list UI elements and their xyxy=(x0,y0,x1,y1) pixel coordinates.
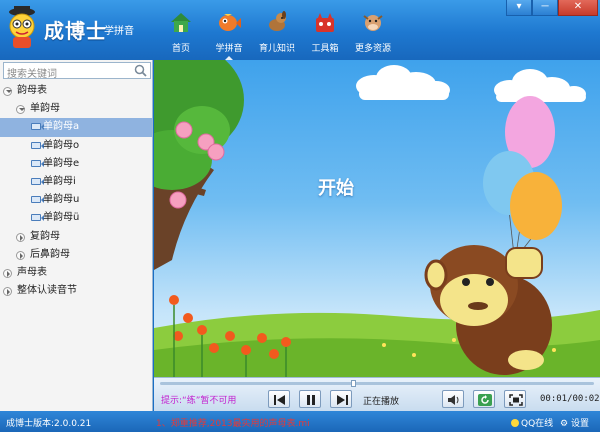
scene-illustration xyxy=(154,60,600,377)
tree-item-label: 整体认读音节 xyxy=(17,285,77,297)
expand-icon[interactable] xyxy=(16,250,25,260)
tree-item-label: 复韵母 xyxy=(30,230,60,242)
menu-dropdown-button[interactable]: ▾ xyxy=(506,0,532,16)
status-bar: 成博士版本:2.0.0.21 1、郑重推荐,2013最实用的声母表.mi QQ在… xyxy=(0,411,600,432)
nav-parenting[interactable]: 育儿知识 xyxy=(256,10,298,56)
logo-icon xyxy=(9,6,35,48)
category-tree: 韵母表单韵母单韵母a 单韵母o 单韵母e 单韵母i 单韵母u 单韵母ü 复韵母后鼻韵母声母表… xyxy=(0,82,152,300)
player-controls: 提示:“练”暂不可用 正在播放 00:01/00:02 xyxy=(154,377,600,411)
sidebar: 搜索关键词 韵母表单韵母单韵母a 单韵母o 单韵母e 单韵母i 单韵母u 单韵母ü 复韵母后… xyxy=(0,60,153,411)
search-icon[interactable] xyxy=(134,64,147,77)
time-display: 00:01/00:02 xyxy=(540,394,600,404)
video-icon xyxy=(31,141,44,149)
qq-online-label: QQ在线 xyxy=(521,419,554,429)
skip-back-icon xyxy=(274,395,285,405)
tree-item-label: 单韵母e xyxy=(43,157,80,169)
search-placeholder: 搜索关键词 xyxy=(7,69,57,80)
news-marquee[interactable]: 1、郑重推荐,2013最实用的声母表.mi xyxy=(156,416,310,429)
fullscreen-button[interactable] xyxy=(504,390,526,408)
video-player-canvas[interactable]: 开始 xyxy=(154,60,600,377)
fish-icon xyxy=(219,14,241,31)
start-button[interactable]: 开始 xyxy=(318,174,354,200)
tree-item-label: 韵母表 xyxy=(17,85,47,96)
tree-item-label: 声母表 xyxy=(17,266,47,278)
nav-toolbox-label: 工具箱 xyxy=(311,44,339,54)
previous-button[interactable] xyxy=(268,390,290,408)
tree-item-folder[interactable]: 整体认读音节 xyxy=(0,282,152,300)
playback-status: 正在播放 xyxy=(363,397,400,407)
tree-item-lesson[interactable]: 单韵母a xyxy=(0,118,152,137)
nav-parenting-label: 育儿知识 xyxy=(258,44,295,54)
nav-home-label: 首页 xyxy=(171,44,190,54)
cloud-icon xyxy=(356,65,586,102)
tree-item-lesson[interactable]: 单韵母o xyxy=(0,137,152,155)
expand-icon[interactable] xyxy=(16,232,25,242)
video-icon xyxy=(31,159,44,167)
app-title: 成博士 xyxy=(44,19,107,43)
dog-icon xyxy=(269,11,286,31)
expand-icon[interactable] xyxy=(3,287,12,297)
nav-learn-pinyin-label: 学拼音 xyxy=(215,44,243,54)
video-icon xyxy=(31,214,44,222)
tree-item-lesson[interactable]: 单韵母i xyxy=(0,173,152,191)
tree-item-lesson[interactable]: 单韵母e xyxy=(0,155,152,173)
tree-item-label: 单韵母i xyxy=(43,175,76,187)
skip-forward-icon xyxy=(337,395,348,405)
seek-bar[interactable] xyxy=(160,380,594,387)
qq-online-link[interactable]: QQ在线 xyxy=(511,416,553,429)
tree-item-folder[interactable]: 韵母表 xyxy=(0,82,152,100)
nav-home[interactable]: 首页 xyxy=(160,10,202,56)
settings-link[interactable]: ⚙ 设置 xyxy=(560,416,589,429)
fullscreen-icon xyxy=(509,394,523,406)
minimize-button[interactable]: ─ xyxy=(532,0,558,16)
speaker-icon xyxy=(448,395,459,405)
hint-text: 提示:“练”暂不可用 xyxy=(161,396,237,406)
close-button[interactable]: ✕ xyxy=(558,0,598,16)
search-input[interactable]: 搜索关键词 xyxy=(3,62,151,80)
seek-knob[interactable] xyxy=(350,380,356,387)
qq-icon xyxy=(511,419,519,427)
nav-more-resources[interactable]: 更多资源 xyxy=(352,10,394,56)
video-icon xyxy=(31,177,44,185)
video-icon xyxy=(31,123,44,131)
next-button[interactable] xyxy=(330,390,352,408)
tree-item-lesson[interactable]: 单韵母ü xyxy=(0,209,152,227)
settings-label: 设置 xyxy=(570,419,589,429)
volume-button[interactable] xyxy=(442,390,464,408)
tree-item-label: 单韵母ü xyxy=(43,212,80,224)
tree-item-folder[interactable]: 单韵母 xyxy=(0,100,152,118)
tree-item-label: 单韵母a xyxy=(43,121,80,133)
tree-item-folder[interactable]: 声母表 xyxy=(0,264,152,282)
nav-more-resources-label: 更多资源 xyxy=(354,44,391,54)
cow-icon xyxy=(363,15,383,31)
collapse-icon[interactable] xyxy=(16,105,25,115)
nav-learn-pinyin[interactable]: 学拼音 xyxy=(208,10,250,60)
toolbox-icon xyxy=(316,13,334,32)
pause-icon xyxy=(307,395,315,405)
window-controls: ▾ ─ ✕ xyxy=(506,0,598,16)
pause-button[interactable] xyxy=(299,390,321,408)
collapse-icon[interactable] xyxy=(3,87,12,96)
replay-button[interactable] xyxy=(473,390,495,408)
tree-item-label: 单韵母o xyxy=(43,139,80,151)
nav-toolbox[interactable]: 工具箱 xyxy=(304,10,346,56)
tree-item-label: 单韵母 xyxy=(30,103,60,115)
gear-icon: ⚙ xyxy=(560,419,569,429)
version-text: 成博士版本:2.0.0.21 xyxy=(6,419,92,429)
expand-icon[interactable] xyxy=(3,268,12,278)
refresh-icon xyxy=(478,394,492,406)
tree-item-lesson[interactable]: 单韵母u xyxy=(0,191,152,209)
tree-item-folder[interactable]: 复韵母 xyxy=(0,228,152,246)
tree-item-label: 后鼻韵母 xyxy=(30,248,70,260)
main-nav: 首页 学拼音 育儿知识 工具箱 更多资源 xyxy=(160,10,400,60)
tree-item-label: 单韵母u xyxy=(43,194,80,206)
title-bar: 成博士 学拼音 首页 学拼音 育儿知识 工具箱 更多资源 ▾ ─ ✕ xyxy=(0,0,600,60)
tree-item-folder[interactable]: 后鼻韵母 xyxy=(0,246,152,264)
video-icon xyxy=(31,196,44,204)
app-subtitle: 学拼音 xyxy=(104,26,134,37)
house-icon xyxy=(171,13,191,32)
